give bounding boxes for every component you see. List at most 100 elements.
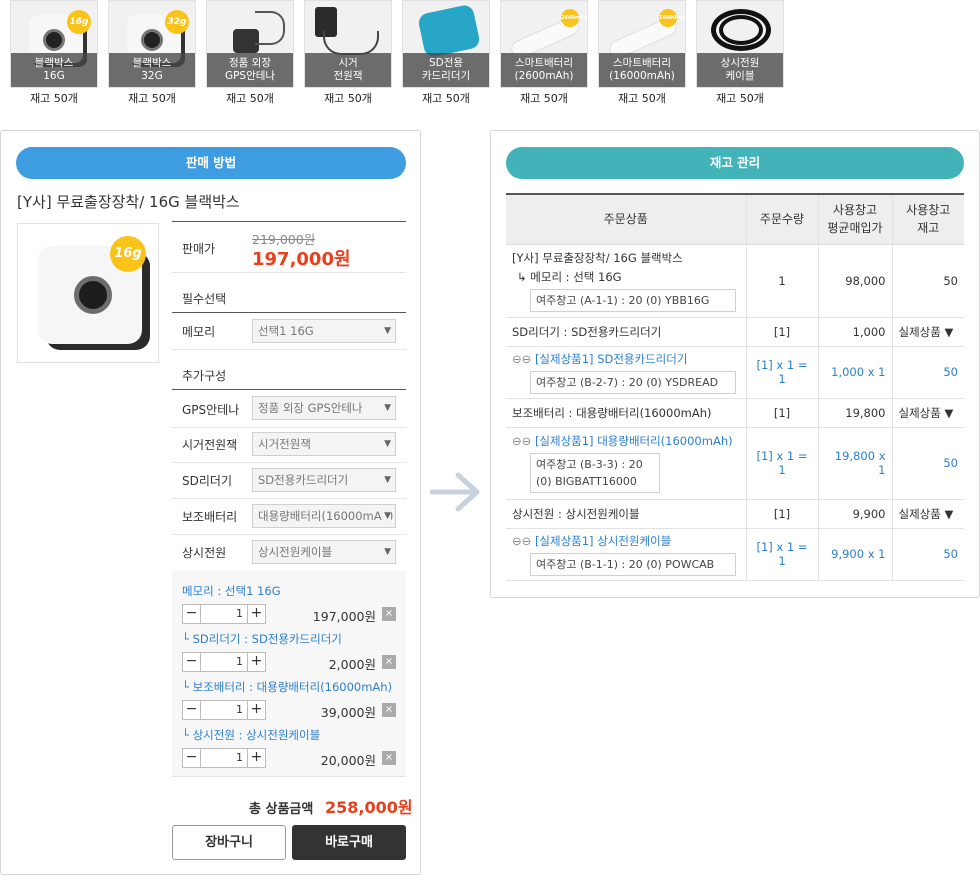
capacity-badge: 16g — [110, 236, 146, 272]
thumb-power-cable[interactable]: 상시전원 케이블 재고 50개 — [696, 0, 784, 106]
capacity-badge: 16000mAh — [659, 9, 685, 27]
thumb-cigar-jack[interactable]: 시거 전원잭 재고 50개 — [304, 0, 392, 106]
thumb-gps-antenna[interactable]: 정품 외장 GPS안테나 재고 50개 — [206, 0, 294, 106]
link-qty: [1] x 1 = 1 — [745, 528, 818, 581]
quantity-stepper[interactable]: −1 + — [182, 748, 266, 768]
plus-icon[interactable]: + — [247, 749, 265, 767]
link-icon: ⊖⊖ — [512, 533, 535, 548]
option-label-cigar: 시거전원잭 — [182, 438, 238, 452]
product-image: 16g — [17, 223, 159, 363]
minus-icon[interactable]: − — [183, 653, 201, 671]
thumb-stock: 재고 50개 — [226, 92, 274, 105]
avg-price: 19,800 — [817, 398, 892, 428]
close-icon[interactable]: × — [382, 703, 396, 717]
selected-options-box: 메모리 : 선택1 16G −1 + 197,000원 × └ SD리더기 : S… — [172, 571, 406, 777]
quantity-value[interactable]: 1 — [201, 701, 247, 719]
thumb-blackbox-32g[interactable]: 32g 블랙박스 32G 재고 50개 — [108, 0, 196, 106]
minus-icon[interactable]: − — [183, 701, 201, 719]
order-qty: [1] — [745, 398, 818, 428]
plus-icon[interactable]: + — [247, 653, 265, 671]
link-stock: 50 — [891, 528, 964, 581]
required-section-title: 필수선택 — [182, 292, 227, 306]
selected-item-name: 메모리 : 선택1 16G — [182, 584, 281, 598]
table-row: [Y사] 무료출장장착/ 16G 블랙박스 ↳ 메모리 : 선택 16G 여주창… — [506, 244, 964, 318]
link-icon: ⊖⊖ — [512, 351, 535, 366]
thumb-sd-reader[interactable]: SD전용 카드리더기 재고 50개 — [402, 0, 490, 106]
link-icon: ⊖⊖ — [512, 434, 535, 448]
product-thumbnail-strip: 16g 블랙박스 16G 재고 50개 32g 블랙박스 32G 재고 50개 정품… — [10, 0, 790, 110]
real-product-link[interactable]: [실제상품1] 상시전원케이블 — [535, 534, 671, 548]
sd-reader-select[interactable]: SD전용카드리더기 ▼ — [252, 468, 396, 492]
thumb-battery-2600[interactable]: 2600mAh 스마트배터리 (2600mAh) 재고 50개 — [500, 0, 588, 106]
add-to-cart-button[interactable]: 장바구니 — [172, 825, 286, 860]
thumb-caption: 블랙박스 32G — [109, 53, 195, 87]
thumb-caption: 스마트배터리 (2600mAh) — [501, 53, 587, 87]
buy-now-button[interactable]: 바로구매 — [292, 825, 406, 860]
real-product-link[interactable]: [실제상품1] SD전용카드리더기 — [535, 352, 687, 366]
thumb-caption: 정품 외장 GPS안테나 — [207, 53, 293, 87]
power-cable-select[interactable]: 상시전원케이블 ▼ — [252, 540, 396, 564]
thumb-stock: 재고 50개 — [422, 92, 470, 105]
minus-icon[interactable]: − — [183, 749, 201, 767]
chevron-down-icon: ▼ — [382, 469, 391, 491]
order-qty: [1] — [745, 317, 818, 347]
warehouse-location: 여주창고 (A-1-1) : 20 (0) YBB16G — [530, 288, 736, 312]
table-row: ⊖⊖ [실제상품1] SD전용카드리더기 여주창고 (B-2-7) : 20 (… — [506, 346, 964, 399]
selected-item-name: └ 보조배터리 : 대용량배터리(16000mAh) — [182, 680, 393, 694]
quantity-value[interactable]: 1 — [201, 749, 247, 767]
memory-select[interactable]: 선택1 16G ▼ — [252, 319, 396, 343]
plus-icon[interactable]: + — [247, 605, 265, 623]
inventory-table: 주문상품 주문수량 사용창고 평균매입가 사용창고 재고 [Y사] 무료출장장착… — [506, 193, 964, 581]
price-label: 판매가 — [182, 242, 216, 256]
link-qty: [1] x 1 = 1 — [745, 346, 818, 399]
close-icon[interactable]: × — [382, 607, 396, 621]
battery-select[interactable]: 대용량배터리(16000mAh) ▼ — [252, 504, 396, 528]
sale-price: 197,000원 — [252, 249, 351, 270]
gps-antenna-select[interactable]: 정품 외장 GPS안테나 ▼ — [252, 396, 396, 420]
selected-item-name: └ 상시전원 : 상시전원케이블 — [182, 728, 321, 742]
sd-card-reader-icon — [417, 3, 481, 59]
thumb-stock: 재고 50개 — [520, 92, 568, 105]
line-price: 197,000원 — [312, 609, 376, 624]
option-label-memory: 메모리 — [182, 325, 216, 339]
product-type-dropdown[interactable]: 실제상품 ▼ — [891, 499, 964, 529]
product-type-dropdown[interactable]: 실제상품 ▼ — [891, 317, 964, 347]
quantity-value[interactable]: 1 — [201, 653, 247, 671]
quantity-stepper[interactable]: −1 + — [182, 700, 266, 720]
chevron-down-icon: ▼ — [382, 433, 391, 455]
table-row: ⊖⊖ [실제상품1] 상시전원케이블 여주창고 (B-1-1) : 20 (0)… — [506, 528, 964, 581]
thumb-battery-16000[interactable]: 16000mAh 스마트배터리 (16000mAh) 재고 50개 — [598, 0, 686, 106]
stock-count: 50 — [891, 244, 964, 318]
close-icon[interactable]: × — [382, 655, 396, 669]
minus-icon[interactable]: − — [183, 605, 201, 623]
warehouse-location: 여주창고 (B-3-3) : 20 (0) BIGBATT16000 — [530, 453, 660, 493]
col-order-product: 주문상품 — [506, 193, 746, 245]
product-title: [Y사] 무료출장장착/ 16G 블랙박스 — [17, 193, 240, 211]
thumb-stock: 재고 50개 — [618, 92, 666, 105]
line-price: 39,000원 — [320, 705, 376, 720]
avg-price: 9,900 — [817, 499, 892, 529]
table-row: SD리더기 : SD전용카드리더기 [1] 1,000 실제상품 ▼ — [506, 317, 964, 347]
line-price: 20,000원 — [320, 753, 376, 768]
close-icon[interactable]: × — [382, 751, 396, 765]
total-value: 258,000원 — [325, 798, 413, 817]
sales-method-panel: 판매 방법 [Y사] 무료출장장착/ 16G 블랙박스 16g 판매가 219,… — [0, 130, 421, 875]
warehouse-location: 여주창고 (B-2-7) : 20 (0) YSDREAD — [530, 370, 736, 394]
cigar-jack-select[interactable]: 시거전원잭 ▼ — [252, 432, 396, 456]
order-qty: 1 — [745, 244, 818, 318]
table-row: 보조배터리 : 대용량배터리(16000mAh) [1] 19,800 실제상품… — [506, 398, 964, 428]
table-row: 상시전원 : 상시전원케이블 [1] 9,900 실제상품 ▼ — [506, 499, 964, 529]
option-label-power: 상시전원 — [182, 546, 227, 560]
selected-item-name: └ SD리더기 : SD전용카드리더기 — [182, 632, 342, 646]
quantity-value[interactable]: 1 — [201, 605, 247, 623]
quantity-stepper[interactable]: −1 + — [182, 652, 266, 672]
thumb-blackbox-16g[interactable]: 16g 블랙박스 16G 재고 50개 — [10, 0, 98, 106]
thumb-stock: 재고 50개 — [128, 92, 176, 105]
plus-icon[interactable]: + — [247, 701, 265, 719]
capacity-badge: 2600mAh — [561, 9, 587, 27]
option-name: 보조배터리 : 대용량배터리(16000mAh) — [506, 398, 746, 428]
real-product-link[interactable]: [실제상품1] 대용량배터리(16000mAh) — [535, 434, 733, 448]
quantity-stepper[interactable]: −1 + — [182, 604, 266, 624]
product-type-dropdown[interactable]: 실제상품 ▼ — [891, 398, 964, 428]
link-qty: [1] x 1 = 1 — [745, 427, 818, 500]
